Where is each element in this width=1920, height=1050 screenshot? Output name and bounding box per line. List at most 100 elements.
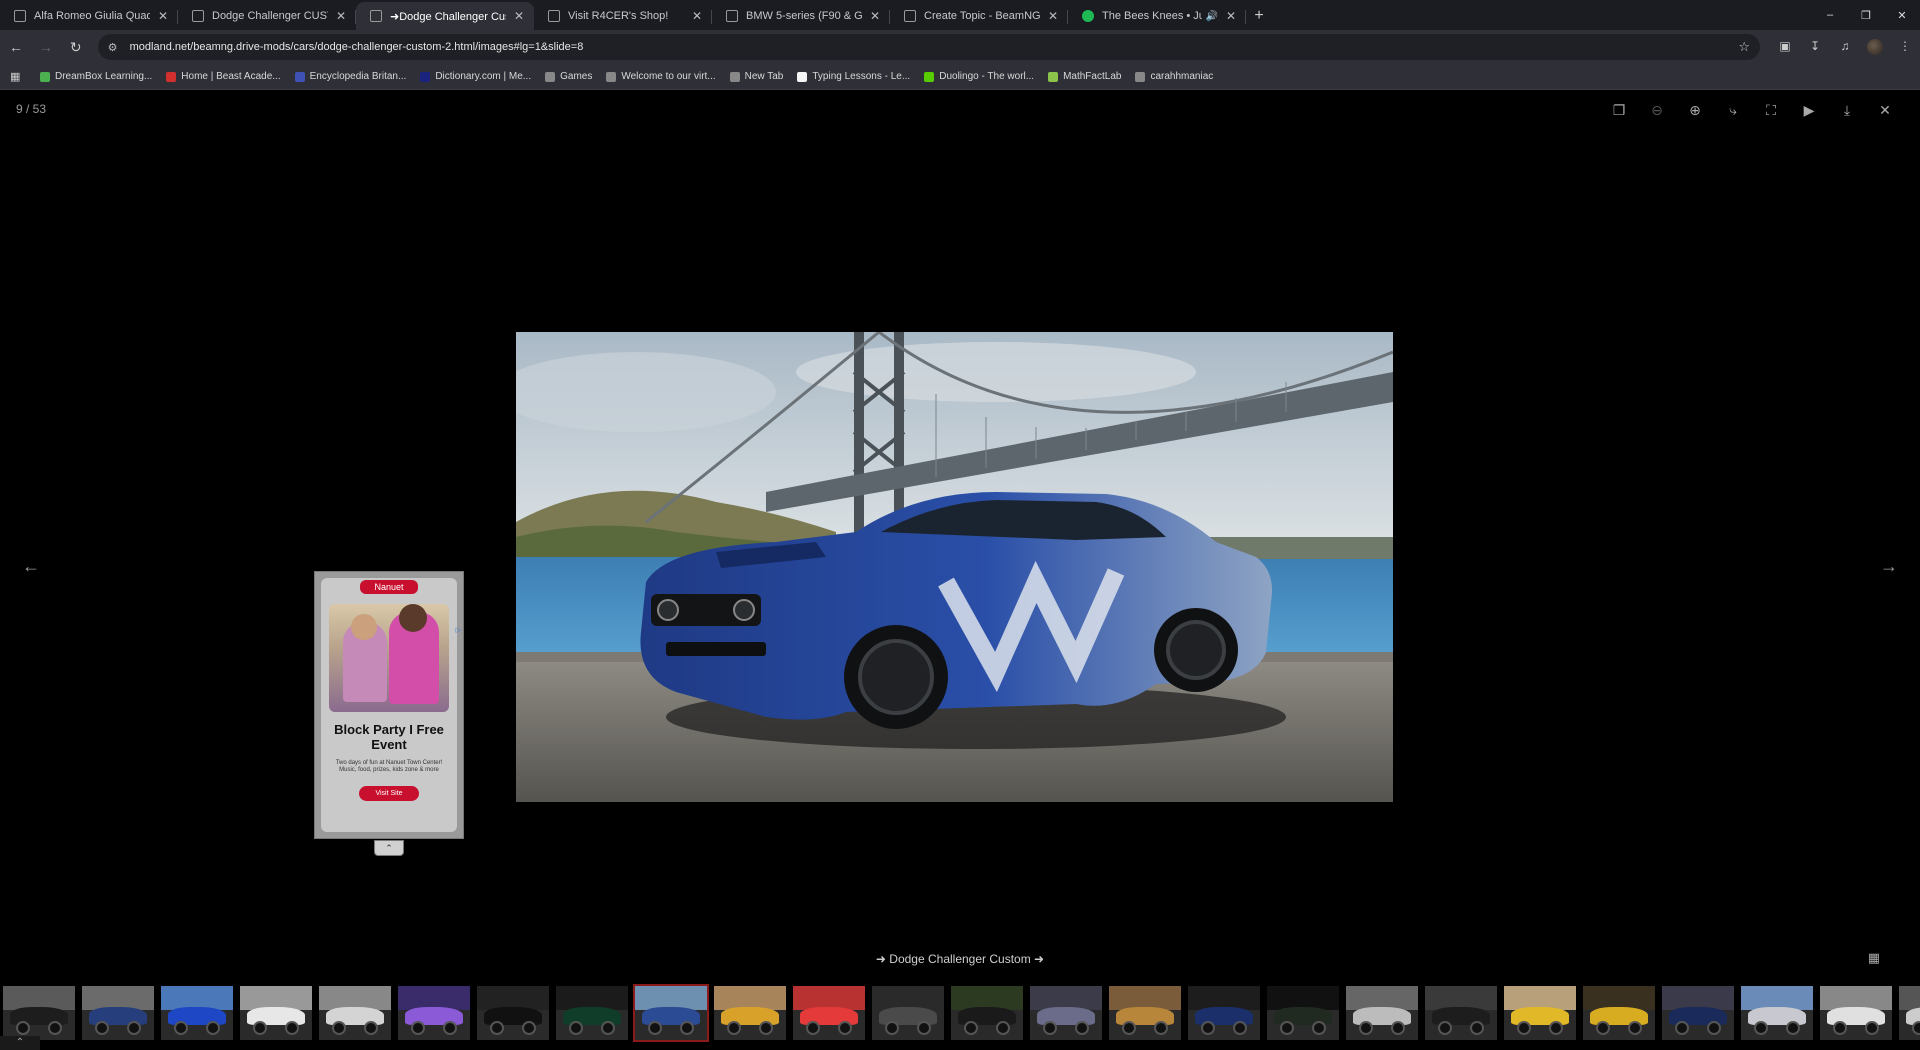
- tab-title: BMW 5-series (F90 & G30/G31): [746, 10, 862, 22]
- thumbnail-strip: [0, 982, 1920, 1042]
- thumbnail-16[interactable]: [1186, 984, 1262, 1042]
- ad-card[interactable]: Nanuet Block Party I Free Event Two days…: [321, 578, 457, 832]
- thumbnail-11[interactable]: [791, 984, 867, 1042]
- thumbnail-9[interactable]: [633, 984, 709, 1042]
- bookmark-item[interactable]: carahhmaniac: [1135, 71, 1213, 82]
- bookmark-favicon-icon: [420, 71, 431, 82]
- advertisement[interactable]: Nanuet Block Party I Free Event Two days…: [314, 571, 464, 839]
- site-info-icon[interactable]: ⚙: [108, 41, 122, 54]
- menu-icon[interactable]: ⋮: [1890, 39, 1920, 55]
- tab-3[interactable]: ➜Dodge Challenger Custom ➜ ✕: [356, 2, 534, 30]
- thumbnail-15[interactable]: [1107, 984, 1183, 1042]
- close-tab-icon[interactable]: ✕: [868, 9, 882, 23]
- close-tab-icon[interactable]: ✕: [156, 9, 170, 23]
- tab-5[interactable]: BMW 5-series (F90 & G30/G31) ✕: [712, 2, 890, 30]
- thumbnail-3[interactable]: [159, 984, 235, 1042]
- arrow-right-icon[interactable]: →: [1880, 556, 1898, 577]
- thumbnail-1[interactable]: [1, 984, 77, 1042]
- thumbnail-12[interactable]: [870, 984, 946, 1042]
- thumbnail-21[interactable]: [1581, 984, 1657, 1042]
- site-favicon-icon: [726, 10, 738, 22]
- share-icon[interactable]: ⤷: [1714, 98, 1752, 122]
- close-tab-icon[interactable]: ✕: [334, 9, 348, 23]
- thumbnail-22[interactable]: [1660, 984, 1736, 1042]
- downloads-icon[interactable]: ↧: [1800, 39, 1830, 55]
- thumbnail-6[interactable]: [396, 984, 472, 1042]
- thumbnail-23[interactable]: [1739, 984, 1815, 1042]
- ad-description: Two days of fun at Nanuet Town Center! M…: [335, 760, 443, 773]
- audio-playing-icon[interactable]: 🔊: [1206, 11, 1218, 22]
- bookmark-item[interactable]: Typing Lessons - Le...: [797, 71, 910, 82]
- bookmark-item[interactable]: Welcome to our virt...: [606, 71, 716, 82]
- tab-6[interactable]: Create Topic - BeamNG.drive f... ✕: [890, 2, 1068, 30]
- bookmark-item[interactable]: Dictionary.com | Me...: [420, 71, 531, 82]
- bookmark-item[interactable]: Duolingo - The worl...: [924, 71, 1034, 82]
- thumbnail-10[interactable]: [712, 984, 788, 1042]
- fullscreen-icon[interactable]: ⛶: [1752, 98, 1790, 122]
- new-tab-button[interactable]: +: [1246, 2, 1272, 30]
- thumbnail-4[interactable]: [238, 984, 314, 1042]
- thumbnail-collapse-button[interactable]: ⌃: [0, 1036, 40, 1050]
- adchoices-icon[interactable]: ▷: [456, 626, 461, 634]
- bookmark-item[interactable]: Home | Beast Acade...: [166, 71, 281, 82]
- thumbnail-7[interactable]: [475, 984, 551, 1042]
- bookmark-item[interactable]: MathFactLab: [1048, 71, 1121, 82]
- ad-visit-site-button[interactable]: Visit Site: [359, 786, 419, 801]
- bookmark-item[interactable]: Games: [545, 71, 592, 82]
- tab-7[interactable]: The Bees Knees • Juice WRL... 🔊 ✕: [1068, 2, 1246, 30]
- profile-avatar[interactable]: [1860, 39, 1890, 55]
- thumbnail-18[interactable]: [1344, 984, 1420, 1042]
- bookmark-item[interactable]: Encyclopedia Britan...: [294, 71, 406, 82]
- ad-collapse-button[interactable]: ⌃: [374, 840, 404, 856]
- address-bar[interactable]: ⚙ modland.net/beamng.drive-mods/cars/dod…: [97, 34, 1761, 60]
- close-tab-icon[interactable]: ✕: [512, 9, 526, 23]
- media-controls-icon[interactable]: ♫: [1830, 39, 1860, 55]
- download-icon[interactable]: ⤓: [1828, 98, 1866, 122]
- thumbnail-20[interactable]: [1502, 984, 1578, 1042]
- tab-2[interactable]: Dodge Challenger CUSTOM 1.7 ✕: [178, 2, 356, 30]
- back-button[interactable]: ←: [2, 33, 30, 61]
- bookmark-favicon-icon: [1135, 71, 1146, 82]
- zoom-in-icon[interactable]: ⊕: [1676, 98, 1714, 122]
- thumbnail-2[interactable]: [80, 984, 156, 1042]
- bookmark-star-icon[interactable]: ☆: [1738, 39, 1750, 55]
- thumbnail-24[interactable]: [1818, 984, 1894, 1042]
- thumbnail-8[interactable]: [554, 984, 630, 1042]
- autoplay-icon[interactable]: ▶: [1790, 98, 1828, 122]
- image-lightbox: 9 / 53 ❐ ⊖ ⊕ ⤷ ⛶ ▶ ⤓ ✕ ← → Nanuet Block …: [0, 90, 1920, 1050]
- close-tab-icon[interactable]: ✕: [1224, 9, 1238, 23]
- thumbnail-13[interactable]: [949, 984, 1025, 1042]
- bookmark-label: New Tab: [744, 71, 784, 82]
- thumbnail-19[interactable]: [1423, 984, 1499, 1042]
- minimize-button[interactable]: –: [1812, 0, 1848, 30]
- bookmark-favicon-icon: [294, 71, 305, 82]
- ad-title[interactable]: Block Party I Free Event: [321, 722, 457, 752]
- close-tab-icon[interactable]: ✕: [690, 9, 704, 23]
- thumbnail-5[interactable]: [317, 984, 393, 1042]
- tab-1[interactable]: Alfa Romeo Giulia Quadrifoglio ✕: [0, 2, 178, 30]
- actual-size-icon[interactable]: ❐: [1600, 98, 1638, 122]
- thumbnail-25[interactable]: [1897, 984, 1920, 1042]
- bookmark-item[interactable]: DreamBox Learning...: [40, 71, 152, 82]
- restore-button[interactable]: ❐: [1848, 0, 1884, 30]
- forward-button[interactable]: →: [32, 33, 60, 61]
- main-slide-image[interactable]: [516, 332, 1393, 802]
- bookmark-item[interactable]: New Tab: [729, 71, 784, 82]
- tab-search-icon[interactable]: ▣: [1770, 39, 1800, 55]
- close-tab-icon[interactable]: ✕: [1046, 9, 1060, 23]
- arrow-left-icon[interactable]: ←: [22, 556, 40, 577]
- thumbnail-14[interactable]: [1028, 984, 1104, 1042]
- ad-image[interactable]: [329, 604, 449, 712]
- bookmark-label: DreamBox Learning...: [55, 71, 153, 82]
- close-window-button[interactable]: ✕: [1884, 0, 1920, 30]
- zoom-out-icon[interactable]: ⊖: [1638, 98, 1676, 122]
- thumbnail-17[interactable]: [1265, 984, 1341, 1042]
- tab-title: The Bees Knees • Juice WRL...: [1102, 10, 1202, 22]
- tab-title: Alfa Romeo Giulia Quadrifoglio: [34, 10, 150, 22]
- url-text[interactable]: modland.net/beamng.drive-mods/cars/dodge…: [130, 41, 1739, 53]
- apps-grid-icon[interactable]: ▦: [10, 70, 28, 83]
- close-lightbox-icon[interactable]: ✕: [1866, 98, 1904, 122]
- thumbnail-grid-icon[interactable]: ▦: [1868, 950, 1880, 966]
- reload-button[interactable]: ↻: [62, 33, 90, 61]
- tab-4[interactable]: Visit R4CER's Shop! ✕: [534, 2, 712, 30]
